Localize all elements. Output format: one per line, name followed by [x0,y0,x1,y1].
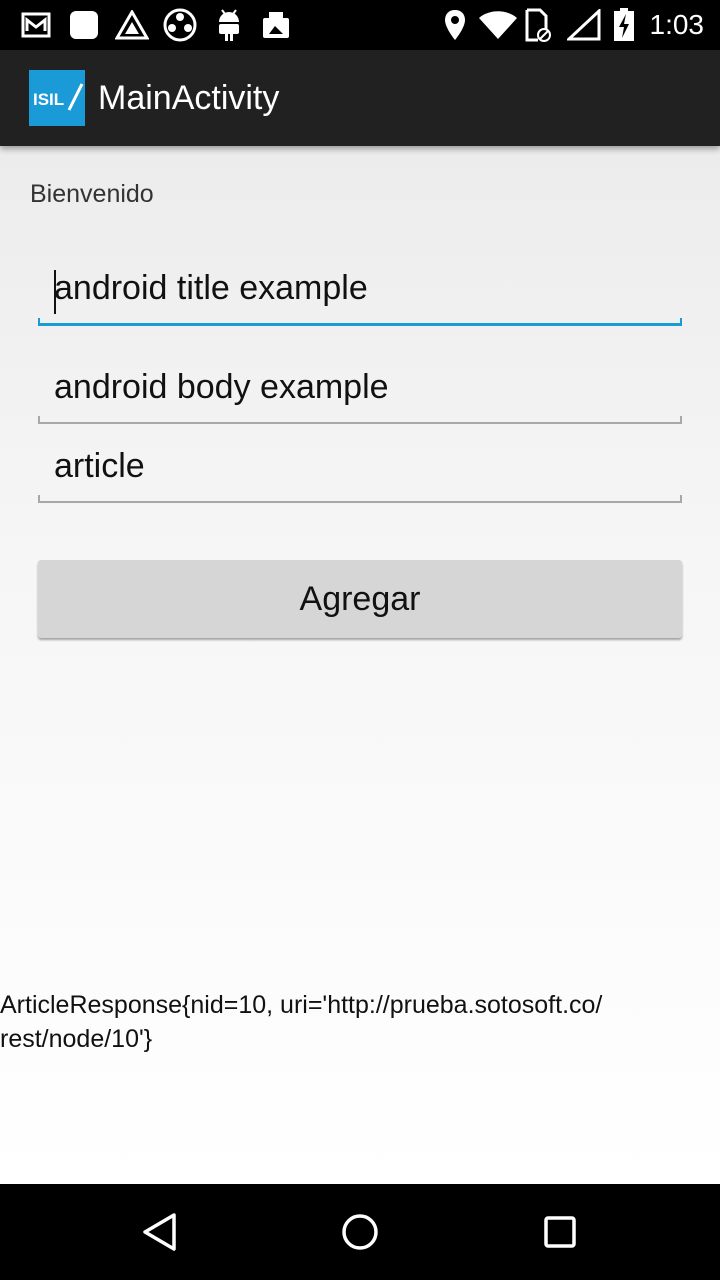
location-icon [442,8,468,42]
battery-icon [612,8,636,42]
body-input[interactable]: android body example [38,365,682,424]
response-text: ArticleResponse{nid=10, uri='http://prue… [0,991,603,1053]
sim-icon [524,8,552,42]
title-input-value: android title example [54,269,368,307]
wifi-icon [478,8,518,42]
body-input-underline [38,416,682,424]
app-logo: ISIL [29,70,85,126]
notification-square-icon [68,8,100,42]
agregar-button[interactable]: Agregar [38,560,682,638]
text-caret [54,270,56,314]
photos-icon [260,8,292,42]
signal-icon [566,8,602,42]
home-icon[interactable] [336,1208,384,1256]
app-bar: ISIL MainActivity [0,50,720,146]
title-input-underline [38,318,682,326]
gmail-icon [20,8,52,42]
svg-text:ISIL: ISIL [33,90,64,109]
app-title: MainActivity [98,79,280,117]
back-icon[interactable] [136,1208,184,1256]
welcome-label: Bienvenido [30,180,154,208]
title-input[interactable]: android title example [38,266,682,326]
reel-icon [162,8,198,42]
android-icon [214,8,244,42]
type-input-value: article [54,447,145,485]
body-input-value: android body example [54,368,389,406]
type-input[interactable]: article [38,444,682,503]
recents-icon[interactable] [536,1208,584,1256]
clock: 1:03 [649,9,705,40]
main-content: Bienvenido android title example android… [0,146,720,1184]
navigation-bar [0,1184,720,1280]
triangle-app-icon [114,8,150,42]
type-input-underline [38,495,682,503]
status-bar: 1:03 [0,0,720,50]
